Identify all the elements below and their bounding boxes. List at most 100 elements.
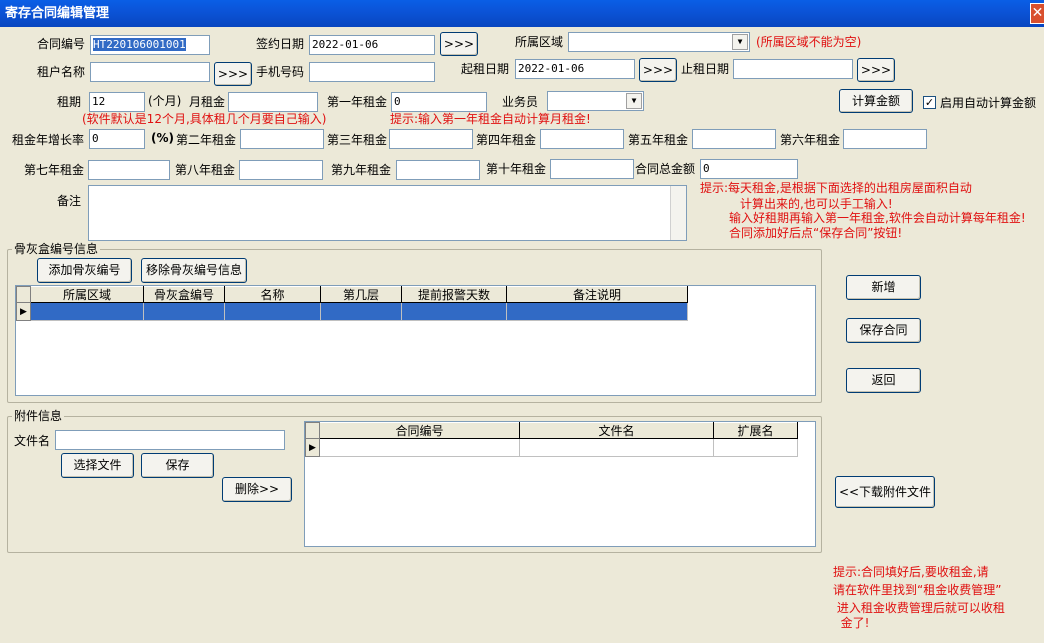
chevron-down-icon[interactable]: ▼ <box>732 34 748 50</box>
filename-label: 文件名 <box>14 434 51 448</box>
year9-rent-input[interactable] <box>396 160 480 180</box>
window-title: 寄存合同编辑管理 <box>5 6 110 21</box>
year9-rent-label: 第九年租金 <box>331 163 392 177</box>
area-select[interactable]: ▼ <box>568 32 750 52</box>
table-cell[interactable] <box>506 302 688 321</box>
monthly-rent-input[interactable] <box>228 92 318 112</box>
table-cell[interactable] <box>319 438 520 457</box>
urn-col-floor[interactable]: 第几层 <box>320 286 402 303</box>
table-cell[interactable] <box>519 438 714 457</box>
year4-rent-label: 第四年租金 <box>476 133 537 147</box>
year8-rent-input[interactable] <box>239 160 323 180</box>
table-row[interactable]: ▶ <box>305 438 798 457</box>
close-icon[interactable]: ✕ <box>1030 3 1044 24</box>
urn-col-name[interactable]: 名称 <box>224 286 321 303</box>
year1-rent-label: 第一年租金 <box>327 95 388 109</box>
year6-rent-input[interactable] <box>843 129 927 149</box>
remove-urn-button[interactable]: 移除骨灰编号信息 <box>141 258 247 283</box>
attach-col-contract-no[interactable]: 合同编号 <box>319 422 520 439</box>
table-cell[interactable] <box>713 438 798 457</box>
urn-table[interactable]: 所属区域 骨灰盒编号 名称 第几层 提前报警天数 备注说明 ▶ <box>15 285 816 396</box>
year7-rent-input[interactable] <box>88 160 170 180</box>
row-indicator-icon: ▶ <box>16 302 31 321</box>
urn-col-remark[interactable]: 备注说明 <box>506 286 688 303</box>
year5-rent-input[interactable] <box>692 129 776 149</box>
end-date-input[interactable] <box>733 59 853 79</box>
bottom-hint-line-1: 提示:合同填好后,要收租金,请 <box>833 565 989 579</box>
total-amount-input[interactable]: 0 <box>700 159 798 179</box>
remark-textarea[interactable] <box>88 185 687 241</box>
urn-col-area[interactable]: 所属区域 <box>30 286 144 303</box>
calculate-button[interactable]: 计算金额 <box>839 89 913 113</box>
table-row[interactable]: ▶ <box>16 302 688 321</box>
contract-no-input[interactable]: HT220106001001 <box>90 35 210 55</box>
chevron-down-icon[interactable]: ▼ <box>626 93 642 109</box>
year3-rent-input[interactable] <box>389 129 473 149</box>
delete-attachment-button[interactable]: 删除>> <box>222 477 292 502</box>
growth-rate-unit: (%) <box>151 131 174 145</box>
table-cell[interactable] <box>224 302 321 321</box>
table-cell[interactable] <box>320 302 402 321</box>
download-attachment-button[interactable]: <<下载附件文件 <box>835 476 935 508</box>
year2-rent-input[interactable] <box>240 129 324 149</box>
tenant-input[interactable] <box>90 62 210 82</box>
monthly-rent-label: 月租金 <box>189 95 226 109</box>
table-cell[interactable] <box>401 302 507 321</box>
sign-date-label: 签约日期 <box>256 37 305 51</box>
growth-rate-input[interactable]: 0 <box>89 129 145 149</box>
remark-scrollbar[interactable] <box>670 186 686 240</box>
save-contract-button[interactable]: 保存合同 <box>846 318 921 343</box>
attachment-table-corner <box>305 422 320 439</box>
back-button[interactable]: 返回 <box>846 368 921 393</box>
year10-rent-input[interactable] <box>550 159 634 179</box>
window-title-bar: 寄存合同编辑管理 <box>0 0 1044 27</box>
sign-date-picker-button[interactable]: >>> <box>440 32 478 56</box>
add-urn-button[interactable]: 添加骨灰编号 <box>37 258 132 283</box>
urn-col-alert-days[interactable]: 提前报警天数 <box>401 286 507 303</box>
tenant-picker-button[interactable]: >>> <box>214 62 252 86</box>
sign-date-input[interactable]: 2022-01-06 <box>309 35 435 55</box>
contract-no-label: 合同编号 <box>37 37 86 51</box>
salesman-select[interactable]: ▼ <box>547 91 644 111</box>
period-input[interactable]: 12 <box>89 92 145 112</box>
start-date-label: 起租日期 <box>461 62 510 76</box>
growth-rate-label: 租金年增长率 <box>12 133 85 147</box>
filename-input[interactable] <box>55 430 285 450</box>
year2-rent-label: 第二年租金 <box>176 133 237 147</box>
phone-input[interactable] <box>309 62 435 82</box>
period-unit: (个月) <box>148 94 182 108</box>
start-date-picker-button[interactable]: >>> <box>639 58 677 82</box>
salesman-label: 业务员 <box>502 95 539 109</box>
area-label: 所属区域 <box>515 35 564 49</box>
period-label: 租期 <box>57 95 82 109</box>
year7-rent-label: 第七年租金 <box>24 163 85 177</box>
urn-table-corner <box>16 286 31 303</box>
bottom-hint-line-4: 金了! <box>833 616 870 630</box>
year5-rent-label: 第五年租金 <box>628 133 689 147</box>
total-amount-label: 合同总金额 <box>635 162 696 176</box>
auto-calc-label: 启用自动计算金额 <box>940 96 1037 110</box>
end-date-picker-button[interactable]: >>> <box>857 58 895 82</box>
choose-file-button[interactable]: 选择文件 <box>61 453 134 478</box>
year4-rent-input[interactable] <box>540 129 624 149</box>
rent-hint-line-4: 合同添加好后点“保存合同”按钮! <box>729 226 903 240</box>
rent-hint-line-3: 输入好租期再输入第一年租金,软件会自动计算每年租金! <box>729 211 1026 225</box>
year1-rent-input[interactable]: 0 <box>391 92 487 112</box>
new-button[interactable]: 新增 <box>846 275 921 300</box>
table-cell[interactable] <box>143 302 225 321</box>
contract-no-value: HT220106001001 <box>93 38 186 51</box>
start-date-input[interactable]: 2022-01-06 <box>515 59 635 79</box>
attach-col-filename[interactable]: 文件名 <box>519 422 714 439</box>
rent-hint-line-1: 提示:每天租金,是根据下面选择的出租房屋面积自动 <box>700 181 972 195</box>
phone-label: 手机号码 <box>256 65 305 79</box>
urn-col-number[interactable]: 骨灰盒编号 <box>143 286 225 303</box>
save-attachment-button[interactable]: 保存 <box>141 453 214 478</box>
table-cell[interactable] <box>30 302 144 321</box>
auto-calc-checkbox[interactable]: ✓ <box>923 96 936 109</box>
end-date-label: 止租日期 <box>681 62 730 76</box>
row-indicator-icon: ▶ <box>305 438 320 457</box>
attach-col-extension[interactable]: 扩展名 <box>713 422 798 439</box>
year6-rent-label: 第六年租金 <box>780 133 841 147</box>
attachment-table[interactable]: 合同编号 文件名 扩展名 ▶ <box>304 421 816 547</box>
attachment-title: 附件信息 <box>12 409 65 423</box>
